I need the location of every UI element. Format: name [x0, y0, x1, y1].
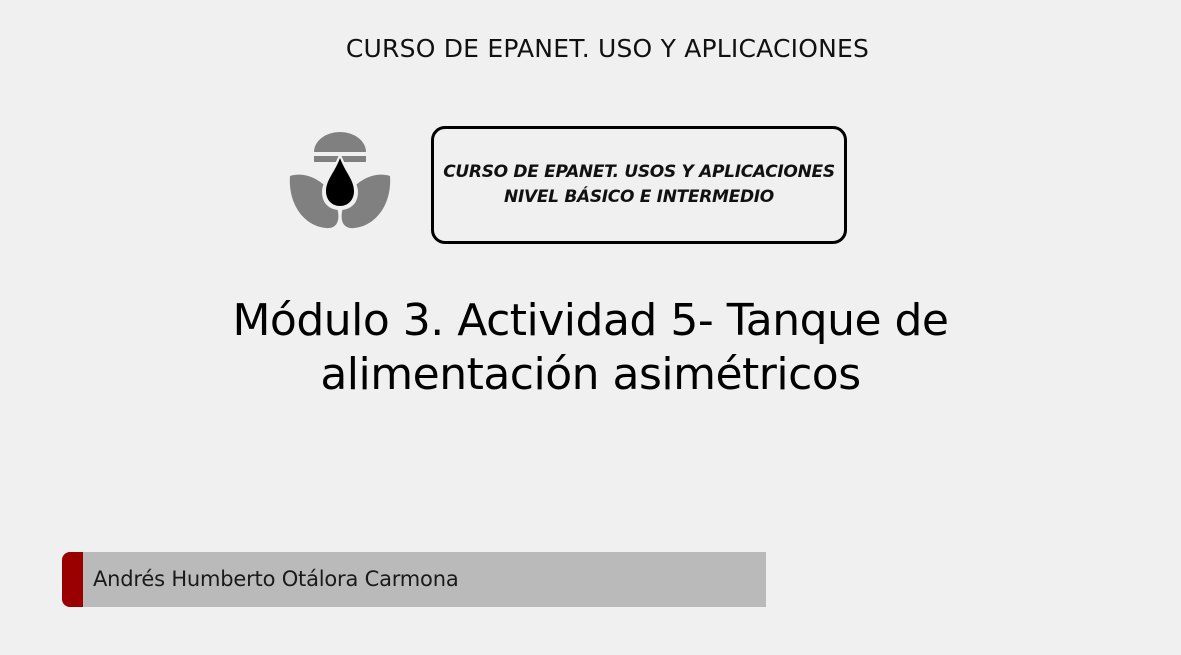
slide-main-title: Módulo 3. Actividad 5- Tanque de aliment… — [200, 294, 981, 402]
main-title-line-1: Módulo 3. Actividad 5- Tanque de — [232, 295, 949, 346]
author-bar: Andrés Humberto Otálora Carmona — [62, 552, 766, 607]
banner-line-course: CURSO DE EPANET. USOS Y APLICACIONES — [443, 162, 835, 182]
author-name: Andrés Humberto Otálora Carmona — [93, 567, 459, 591]
course-header-title: CURSO DE EPANET. USO Y APLICACIONES — [345, 34, 870, 63]
author-accent-stripe — [62, 552, 83, 607]
course-banner: CURSO DE EPANET. USOS Y APLICACIONES NIV… — [431, 126, 847, 244]
main-title-line-2: alimentación asimétricos — [320, 349, 861, 400]
banner-line-level: NIVEL BÁSICO E INTERMEDIO — [504, 187, 774, 207]
water-drop-leaves-logo-icon — [288, 132, 392, 232]
presentation-slide: CURSO DE EPANET. USO Y APLICACIONES CURS… — [0, 0, 1181, 655]
